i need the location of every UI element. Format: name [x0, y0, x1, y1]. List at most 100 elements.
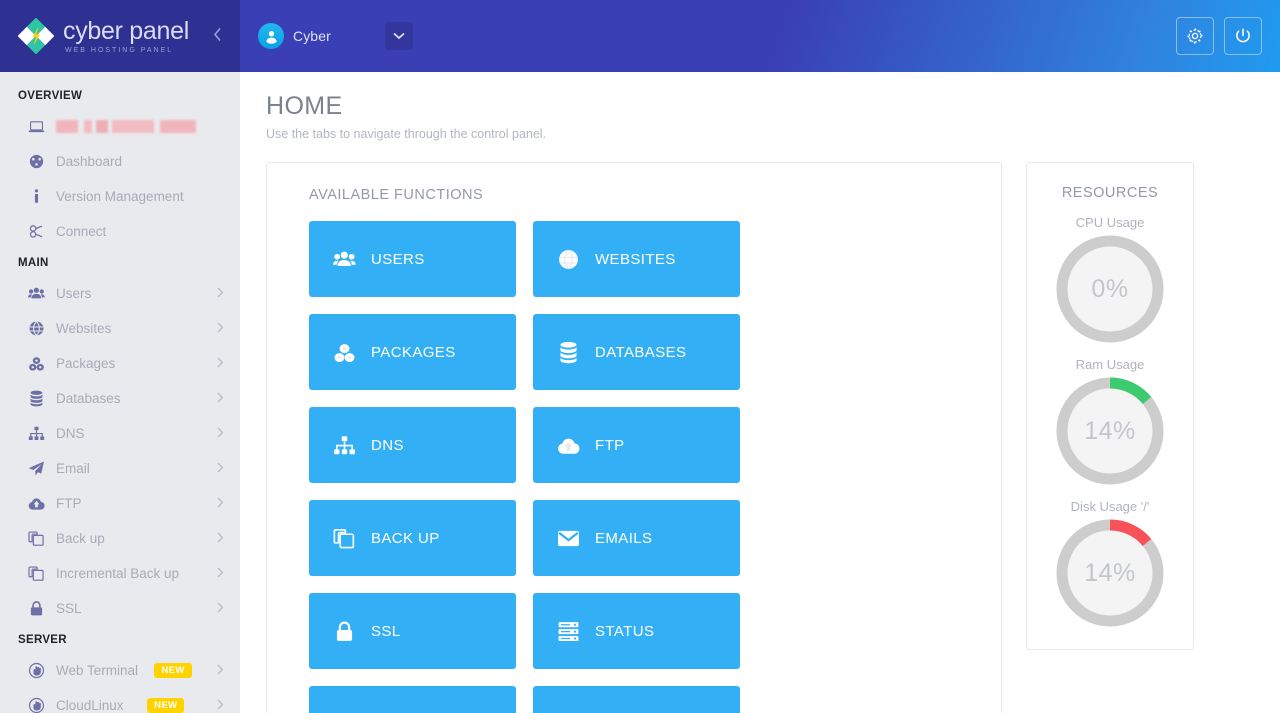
- sidebar-item-cloudlinux[interactable]: CloudLinuxNEW: [0, 688, 240, 713]
- sitemap-icon: [331, 434, 357, 457]
- sidebar-group-heading: OVERVIEW: [0, 82, 240, 109]
- function-tile-label: WEBSITES: [595, 251, 676, 268]
- dashboard-icon: [28, 153, 50, 170]
- sidebar-collapse-button[interactable]: [209, 24, 226, 49]
- copy-icon: [331, 527, 357, 550]
- sidebar-item-label: Version Management: [56, 189, 184, 204]
- function-tile-users[interactable]: USERS: [309, 221, 516, 297]
- paper-plane-icon: [28, 460, 50, 477]
- sidebar-item-label: Dashboard: [56, 154, 122, 169]
- sidebar-item-label: SSL: [56, 601, 82, 616]
- user-avatar-icon: [258, 23, 284, 49]
- page-header: HOME Use the tabs to navigate through th…: [240, 72, 1280, 141]
- sidebar-item-label: Websites: [56, 321, 111, 336]
- resources-panel: RESOURCES CPU Usage0%Ram Usage14%Disk Us…: [1026, 162, 1194, 650]
- chevron-right-icon: [217, 567, 224, 580]
- function-tile-php[interactable]: PHP: [309, 686, 516, 713]
- gauge-cpu-usage: 0%: [1054, 233, 1166, 345]
- page-title: HOME: [266, 92, 1280, 121]
- function-tile-label: DATABASES: [595, 344, 686, 361]
- brand-text: cyber panel WEB HOSTING PANEL: [63, 19, 189, 54]
- gauge-value-ram-usage: 14%: [1054, 375, 1166, 487]
- available-functions-panel: AVAILABLE FUNCTIONS USERS WEBSITES PACKAGE…: [266, 162, 1002, 713]
- sidebar-item-dns[interactable]: DNS: [0, 416, 240, 451]
- sidebar-item-packages[interactable]: Packages: [0, 346, 240, 381]
- brand-name: cyber panel: [63, 19, 189, 44]
- function-tile-grid: USERS WEBSITES PACKAGES DATABASES DNS FTP BACK…: [309, 221, 958, 713]
- packages-icon: [28, 355, 50, 372]
- power-icon[interactable]: [1224, 17, 1262, 55]
- user-name-label: Cyber: [293, 28, 331, 44]
- function-tile-label: FTP: [595, 437, 625, 454]
- user-dropdown-button[interactable]: [385, 22, 413, 50]
- sidebar-item-dashboard[interactable]: Dashboard: [0, 144, 240, 179]
- topbar: Cyber: [240, 0, 1280, 72]
- function-tile-back-up[interactable]: BACK UP: [309, 500, 516, 576]
- sidebar-item-label: Incremental Back up: [56, 566, 179, 581]
- sidebar-item-label: DNS: [56, 426, 85, 441]
- sidebar-item-connect[interactable]: Connect: [0, 214, 240, 249]
- sidebar-item-redacted[interactable]: [0, 109, 240, 144]
- chevron-right-icon: [217, 664, 224, 677]
- sidebar-item-back-up[interactable]: Back up: [0, 521, 240, 556]
- sidebar-group-heading: SERVER: [0, 626, 240, 653]
- function-tile-logs[interactable]: LOGS: [533, 686, 740, 713]
- function-tile-databases[interactable]: DATABASES: [533, 314, 740, 390]
- cloud-upload-icon: [555, 434, 581, 457]
- sidebar-item-email[interactable]: Email: [0, 451, 240, 486]
- server-icon: [555, 620, 581, 643]
- chevron-right-icon: [217, 532, 224, 545]
- gear-icon[interactable]: [1176, 17, 1214, 55]
- chevron-right-icon: [217, 699, 224, 712]
- cloud-upload-icon: [28, 495, 50, 512]
- function-tile-websites[interactable]: WEBSITES: [533, 221, 740, 297]
- chevron-right-icon: [217, 287, 224, 300]
- sidebar-item-databases[interactable]: Databases: [0, 381, 240, 416]
- sidebar-item-users[interactable]: Users: [0, 276, 240, 311]
- sidebar-item-websites[interactable]: Websites: [0, 311, 240, 346]
- sidebar-item-incremental-back-up[interactable]: Incremental Back up: [0, 556, 240, 591]
- sidebar-item-ssl[interactable]: SSL: [0, 591, 240, 626]
- sidebar-item-label: Databases: [56, 391, 121, 406]
- topbar-actions: [1176, 17, 1262, 55]
- sidebar-item-version-management[interactable]: Version Management: [0, 179, 240, 214]
- sidebar-item-web-terminal[interactable]: Web Terminal NEW: [0, 653, 240, 688]
- sidebar: cyber panel WEB HOSTING PANEL OVERVIEW Da…: [0, 0, 240, 713]
- globe-icon: [555, 248, 581, 271]
- user-chip[interactable]: Cyber: [258, 23, 331, 49]
- chevron-right-icon: [217, 427, 224, 440]
- info-icon: [28, 188, 50, 205]
- function-tile-packages[interactable]: PACKAGES: [309, 314, 516, 390]
- copy-icon: [28, 530, 50, 547]
- sidebar-item-label: Connect: [56, 224, 106, 239]
- gauge-disk-usage: 14%: [1054, 517, 1166, 629]
- function-tile-ssl[interactable]: SSL: [309, 593, 516, 669]
- sidebar-item-ftp[interactable]: FTP: [0, 486, 240, 521]
- sidebar-item-label: Users: [56, 286, 91, 301]
- function-tile-status[interactable]: STATUS: [533, 593, 740, 669]
- function-tile-dns[interactable]: DNS: [309, 407, 516, 483]
- sidebar-item-label: CloudLinux: [56, 698, 124, 713]
- function-tile-label: EMAILS: [595, 530, 652, 547]
- new-badge: NEW: [154, 663, 191, 679]
- copy-icon: [28, 565, 50, 582]
- packages-icon: [331, 341, 357, 364]
- available-functions-heading: AVAILABLE FUNCTIONS: [309, 187, 977, 203]
- sidebar-item-label: Back up: [56, 531, 105, 546]
- terminal-hand-icon: [28, 697, 50, 713]
- sidebar-item-label: Web Terminal: [56, 663, 138, 678]
- chevron-right-icon: [217, 322, 224, 335]
- sidebar-group-heading: MAIN: [0, 249, 240, 276]
- chevron-right-icon: [217, 392, 224, 405]
- sidebar-nav[interactable]: OVERVIEW Dashboard Version Management Conne…: [0, 72, 240, 713]
- resources-heading: RESOURCES: [1037, 185, 1183, 201]
- terminal-hand-icon: [28, 662, 50, 679]
- chevron-right-icon: [217, 357, 224, 370]
- sidebar-item-label: FTP: [56, 496, 82, 511]
- gauge-label-disk-usage: Disk Usage '/': [1037, 499, 1183, 514]
- function-tile-label: PACKAGES: [371, 344, 456, 361]
- users-icon: [331, 248, 357, 271]
- function-tile-ftp[interactable]: FTP: [533, 407, 740, 483]
- sidebar-item-label: Email: [56, 461, 90, 476]
- function-tile-emails[interactable]: EMAILS: [533, 500, 740, 576]
